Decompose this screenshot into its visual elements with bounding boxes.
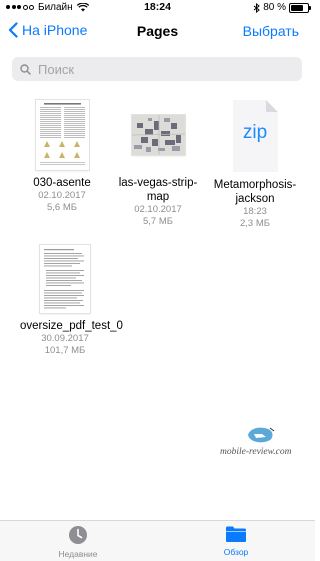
search-bar[interactable] [12, 57, 302, 81]
document-thumbnail [35, 100, 89, 170]
file-item[interactable]: zip Metamorphosis-jackson 18:23 2,3 МБ [210, 100, 300, 230]
battery-percent: 80 % [263, 2, 286, 13]
clock-icon [69, 526, 87, 544]
file-date: 02.10.2017 [38, 190, 86, 201]
tab-recent-label: Недавние [58, 549, 98, 559]
file-size: 5,6 МБ [47, 202, 77, 213]
navigation-bar: На iPhone Pages Выбрать [0, 14, 315, 50]
file-item[interactable]: oversize_pdf_test_0 30.09.2017 101,7 МБ [20, 245, 123, 357]
document-thumbnail [40, 245, 90, 313]
file-size: 101,7 МБ [44, 345, 86, 356]
file-date: 02.10.2017 [134, 204, 182, 215]
tab-browse-label: Обзор [223, 547, 249, 557]
map-thumbnail [131, 115, 185, 155]
file-name: las-vegas-strip-map [118, 177, 198, 203]
file-size: 5,7 МБ [143, 216, 173, 227]
file-item[interactable]: 030-asente 02.10.2017 5,6 МБ [17, 100, 107, 214]
file-size: 2,3 МБ [240, 218, 270, 229]
zip-badge: zip [242, 122, 268, 143]
search-input[interactable] [36, 60, 280, 78]
file-date: 18:23 [243, 206, 267, 217]
battery-icon [289, 2, 311, 13]
file-name: Metamorphosis-jackson [213, 179, 297, 205]
tab-bar: Недавние Обзор [0, 520, 315, 561]
watermark-text: mobile-review.com [220, 447, 292, 457]
status-bar: Билайн 18:24 80 % [0, 0, 315, 14]
file-name: oversize_pdf_test_0 [20, 320, 123, 332]
bluetooth-icon [253, 2, 261, 13]
tab-browse[interactable]: Обзор [196, 525, 276, 557]
tab-recent[interactable]: Недавние [38, 525, 118, 559]
folder-icon [226, 526, 246, 542]
search-icon [20, 63, 31, 75]
select-button[interactable]: Выбрать [243, 23, 299, 39]
file-name: 030-asente [33, 177, 91, 189]
file-item[interactable]: las-vegas-strip-map 02.10.2017 5,7 МБ [113, 100, 203, 228]
zip-archive-icon: zip [232, 100, 278, 172]
file-date: 30.09.2017 [41, 333, 89, 344]
watermark-logo [248, 427, 275, 443]
